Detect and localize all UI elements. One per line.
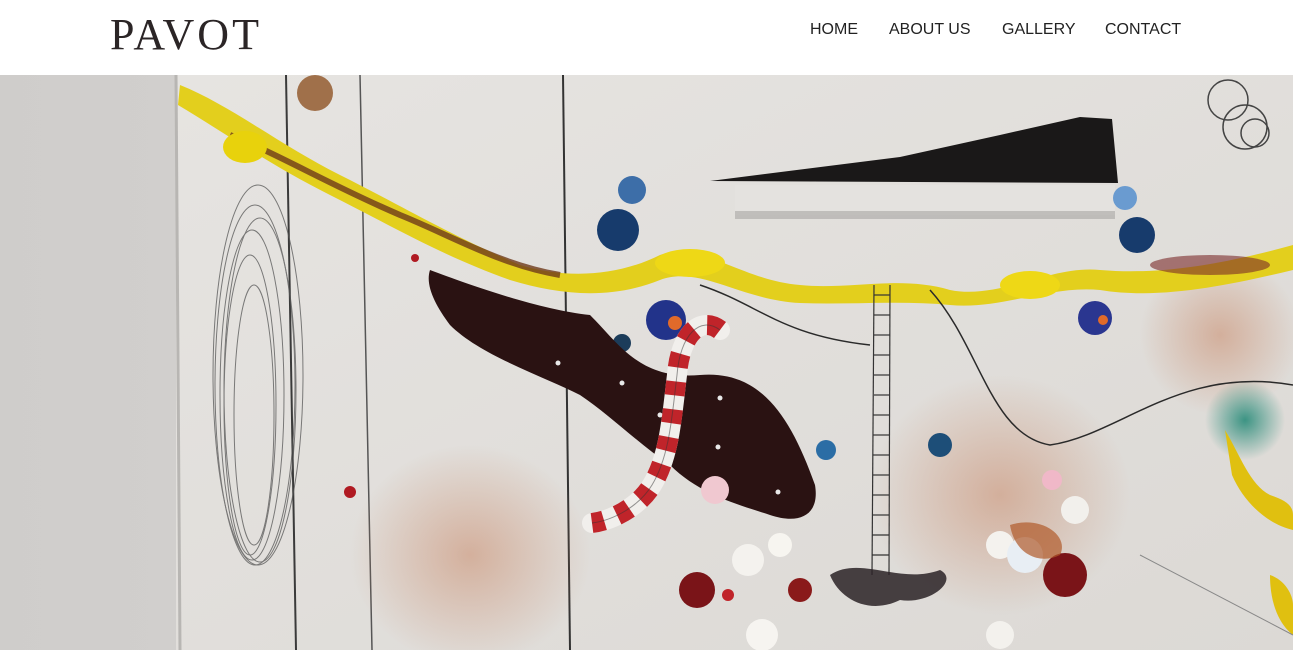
site-logo[interactable]: PAVOT (110, 12, 262, 58)
nav-contact[interactable]: CONTACT (1105, 20, 1181, 40)
nav-home[interactable]: HOME (810, 20, 858, 40)
hero-artwork-image (0, 75, 1293, 650)
site-header: PAVOT HOME ABOUT US GALLERY CONTACT (0, 0, 1293, 75)
nav-about-us[interactable]: ABOUT US (889, 20, 971, 40)
nav-gallery[interactable]: GALLERY (1002, 20, 1076, 40)
hero-banner (0, 75, 1293, 650)
